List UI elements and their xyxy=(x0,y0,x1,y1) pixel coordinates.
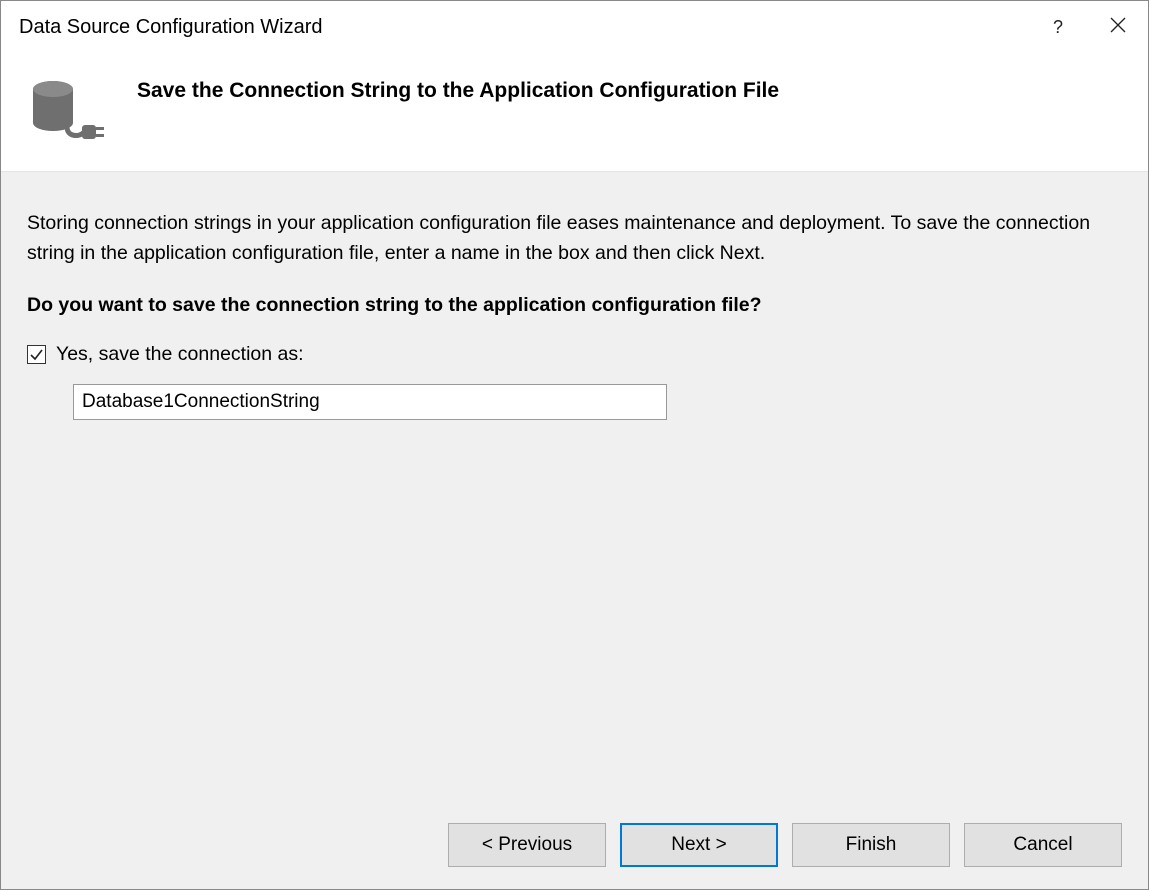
wizard-header: Save the Connection String to the Applic… xyxy=(1,53,1148,171)
save-connection-label: Yes, save the connection as: xyxy=(56,343,304,366)
wizard-body: Storing connection strings in your appli… xyxy=(1,171,1148,805)
database-plug-icon xyxy=(29,77,107,143)
wizard-step-title: Save the Connection String to the Applic… xyxy=(107,77,779,103)
titlebar: Data Source Configuration Wizard ? xyxy=(1,1,1148,53)
save-connection-checkbox[interactable] xyxy=(27,345,46,364)
close-button[interactable] xyxy=(1088,1,1148,53)
cancel-button[interactable]: Cancel xyxy=(964,823,1122,867)
intro-text: Storing connection strings in your appli… xyxy=(27,208,1122,268)
help-button[interactable]: ? xyxy=(1028,1,1088,53)
finish-button[interactable]: Finish xyxy=(792,823,950,867)
connection-name-wrap xyxy=(27,384,1122,420)
checkmark-icon xyxy=(30,348,43,361)
wizard-window: Data Source Configuration Wizard ? xyxy=(0,0,1149,890)
help-icon: ? xyxy=(1053,17,1063,38)
titlebar-controls: ? xyxy=(1028,1,1148,53)
previous-button[interactable]: < Previous xyxy=(448,823,606,867)
wizard-footer: < Previous Next > Finish Cancel xyxy=(1,805,1148,889)
window-title: Data Source Configuration Wizard xyxy=(19,16,1028,39)
save-connection-checkbox-row: Yes, save the connection as: xyxy=(27,343,1122,366)
close-icon xyxy=(1110,17,1126,38)
connection-name-input[interactable] xyxy=(73,384,667,420)
next-button[interactable]: Next > xyxy=(620,823,778,867)
question-text: Do you want to save the connection strin… xyxy=(27,294,1122,317)
